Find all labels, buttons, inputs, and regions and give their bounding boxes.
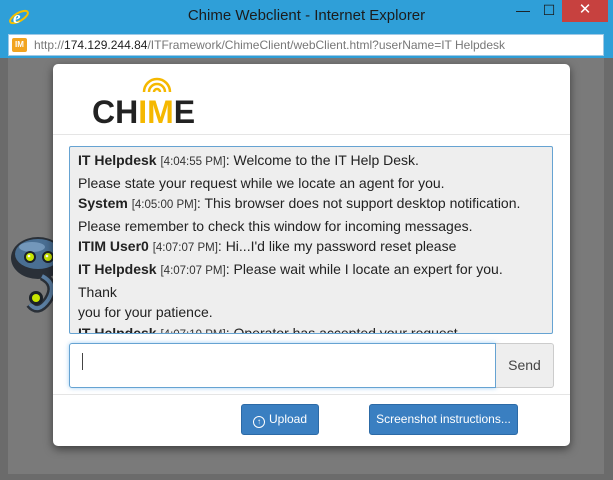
message-sender: ITIM User0 [78, 238, 149, 255]
chat-message: IT Helpdesk [4:07:07 PM]: Please wait wh… [78, 259, 544, 302]
message-sender: IT Helpdesk [78, 260, 157, 277]
chat-message: Please remember to check this window for… [78, 216, 544, 237]
header-divider [53, 134, 570, 135]
upload-label: Upload [268, 412, 308, 426]
site-favicon-icon: IM [12, 38, 27, 52]
message-timestamp: [4:07:07 PM] [160, 264, 226, 277]
message-text: : Operator has accepted your request. [225, 324, 462, 334]
window-titlebar: e Chime Webclient - Internet Explorer — … [0, 0, 613, 32]
message-text: Please state your request while we locat… [78, 174, 445, 191]
chat-message: ITIM User0 [4:07:07 PM]: Hi...I'd like m… [78, 236, 544, 259]
message-timestamp: [4:05:00 PM] [131, 199, 197, 212]
close-button[interactable]: ✕ [562, 0, 608, 22]
minimize-button[interactable]: — [510, 0, 536, 22]
maximize-button[interactable]: ☐ [536, 0, 562, 22]
message-input-row: Send [69, 343, 554, 388]
url-host: 174.129.244.84 [64, 38, 148, 52]
message-sender: IT Helpdesk [78, 152, 157, 168]
address-bar: IM http://174.129.244.84/ITFramework/Chi… [0, 32, 613, 58]
url-field[interactable]: IM http://174.129.244.84/ITFramework/Chi… [8, 34, 604, 56]
chime-logo: CHIME [92, 74, 202, 130]
chat-dialog: CHIME IT Helpdesk [4:04:55 PM]: Welcome … [53, 64, 570, 446]
chat-message: IT Helpdesk [4:07:19 PM]: Operator has a… [78, 323, 544, 334]
message-input[interactable] [69, 343, 496, 388]
logo-wordmark: CHIME [92, 94, 195, 131]
message-text: you for your patience. [78, 304, 213, 321]
message-text: : Hi...I'd like my password reset please [217, 238, 457, 255]
url-path: /ITFramework/ChimeClient/webClient.html?… [147, 38, 506, 52]
signal-arcs-icon [142, 77, 172, 93]
message-timestamp: [4:04:55 PM] [160, 156, 226, 168]
message-timestamp: [4:07:07 PM] [152, 242, 218, 255]
screenshot-instructions-button[interactable]: Screenshot instructions... [369, 404, 518, 435]
chat-log[interactable]: IT Helpdesk [4:04:55 PM]: Welcome to the… [69, 146, 553, 334]
chat-message: Please state your request while we locat… [78, 173, 544, 194]
upload-icon: ↑ [252, 416, 265, 428]
upload-button[interactable]: ↑ Upload [241, 404, 319, 435]
message-sender: IT Helpdesk [78, 324, 157, 334]
message-sender: System [78, 195, 128, 212]
message-text: : This browser does not support desktop … [196, 195, 521, 212]
chat-message: you for your patience. [78, 302, 544, 323]
message-timestamp: [4:07:19 PM] [160, 329, 225, 333]
logo-part-e: E [173, 94, 196, 130]
url-text: http://174.129.244.84/ITFramework/ChimeC… [34, 38, 505, 52]
message-text: : Welcome to the IT Help Desk. [225, 152, 419, 168]
chat-message: IT Helpdesk [4:04:55 PM]: Welcome to the… [78, 150, 544, 173]
url-prefix: http:// [34, 38, 65, 52]
chat-message: System [4:05:00 PM]: This browser does n… [78, 193, 544, 216]
send-button[interactable]: Send [496, 343, 554, 388]
footer-divider [53, 394, 570, 395]
logo-part-im: IM [138, 94, 174, 130]
logo-part-ch: CH [92, 94, 139, 130]
message-text: Please remember to check this window for… [78, 217, 473, 234]
text-caret [82, 353, 83, 370]
